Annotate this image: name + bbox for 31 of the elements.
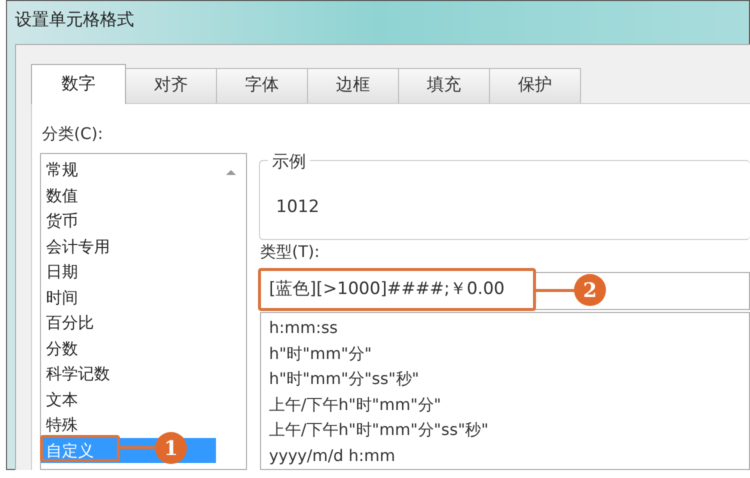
category-item[interactable]: 时间 [41, 284, 216, 310]
category-item[interactable]: 数值 [41, 182, 216, 208]
category-label: 分类(C): [42, 123, 104, 145]
sample-value: 1012 [276, 196, 320, 219]
format-item[interactable]: h"时"mm"分" [269, 340, 372, 366]
format-item[interactable]: 上午/下午h"时"mm"分" [269, 392, 442, 417]
format-item[interactable]: h:mm:ss [269, 315, 338, 340]
tab[interactable]: 数字 [31, 64, 126, 104]
tab[interactable]: 保护 [489, 68, 581, 103]
format-item[interactable]: yyyy/m/d h:mm [269, 442, 396, 468]
tab[interactable]: 对齐 [125, 68, 217, 103]
window-title: 设置单元格格式 [15, 9, 134, 32]
category-item[interactable]: 货币 [41, 208, 216, 234]
category-item[interactable]: 会计专用 [41, 234, 216, 259]
format-item[interactable]: h"时"mm"分"ss"秒" [269, 366, 420, 392]
tab[interactable]: 边框 [307, 68, 399, 103]
tab[interactable]: 字体 [216, 68, 308, 103]
category-item[interactable]: 百分比 [41, 310, 216, 336]
type-label: 类型(T): [260, 241, 320, 263]
tab[interactable]: 填充 [398, 68, 490, 103]
leader-line [536, 289, 576, 292]
category-item[interactable]: 日期 [41, 259, 216, 284]
format-item[interactable]: 上午/下午h"时"mm"分"ss"秒" [269, 417, 489, 442]
type-list[interactable]: h:mm:ss h"时"mm"分" h"时"mm"分"ss"秒" 上午/下午h"时"mm"分" 上午/下午h"时"mm"分"ss"秒" yyyy/m/d h:mm [260, 312, 750, 470]
category-item[interactable]: 科学记数 [41, 361, 216, 386]
leader-line [120, 446, 156, 449]
category-item[interactable]: 常规 [41, 157, 216, 182]
type-input-field[interactable]: [蓝色][>1000]####;￥0.00 [258, 268, 536, 311]
category-item[interactable]: 文本 [41, 386, 216, 412]
category-item[interactable]: 分数 [41, 336, 216, 361]
scroll-up-icon[interactable] [225, 168, 237, 176]
